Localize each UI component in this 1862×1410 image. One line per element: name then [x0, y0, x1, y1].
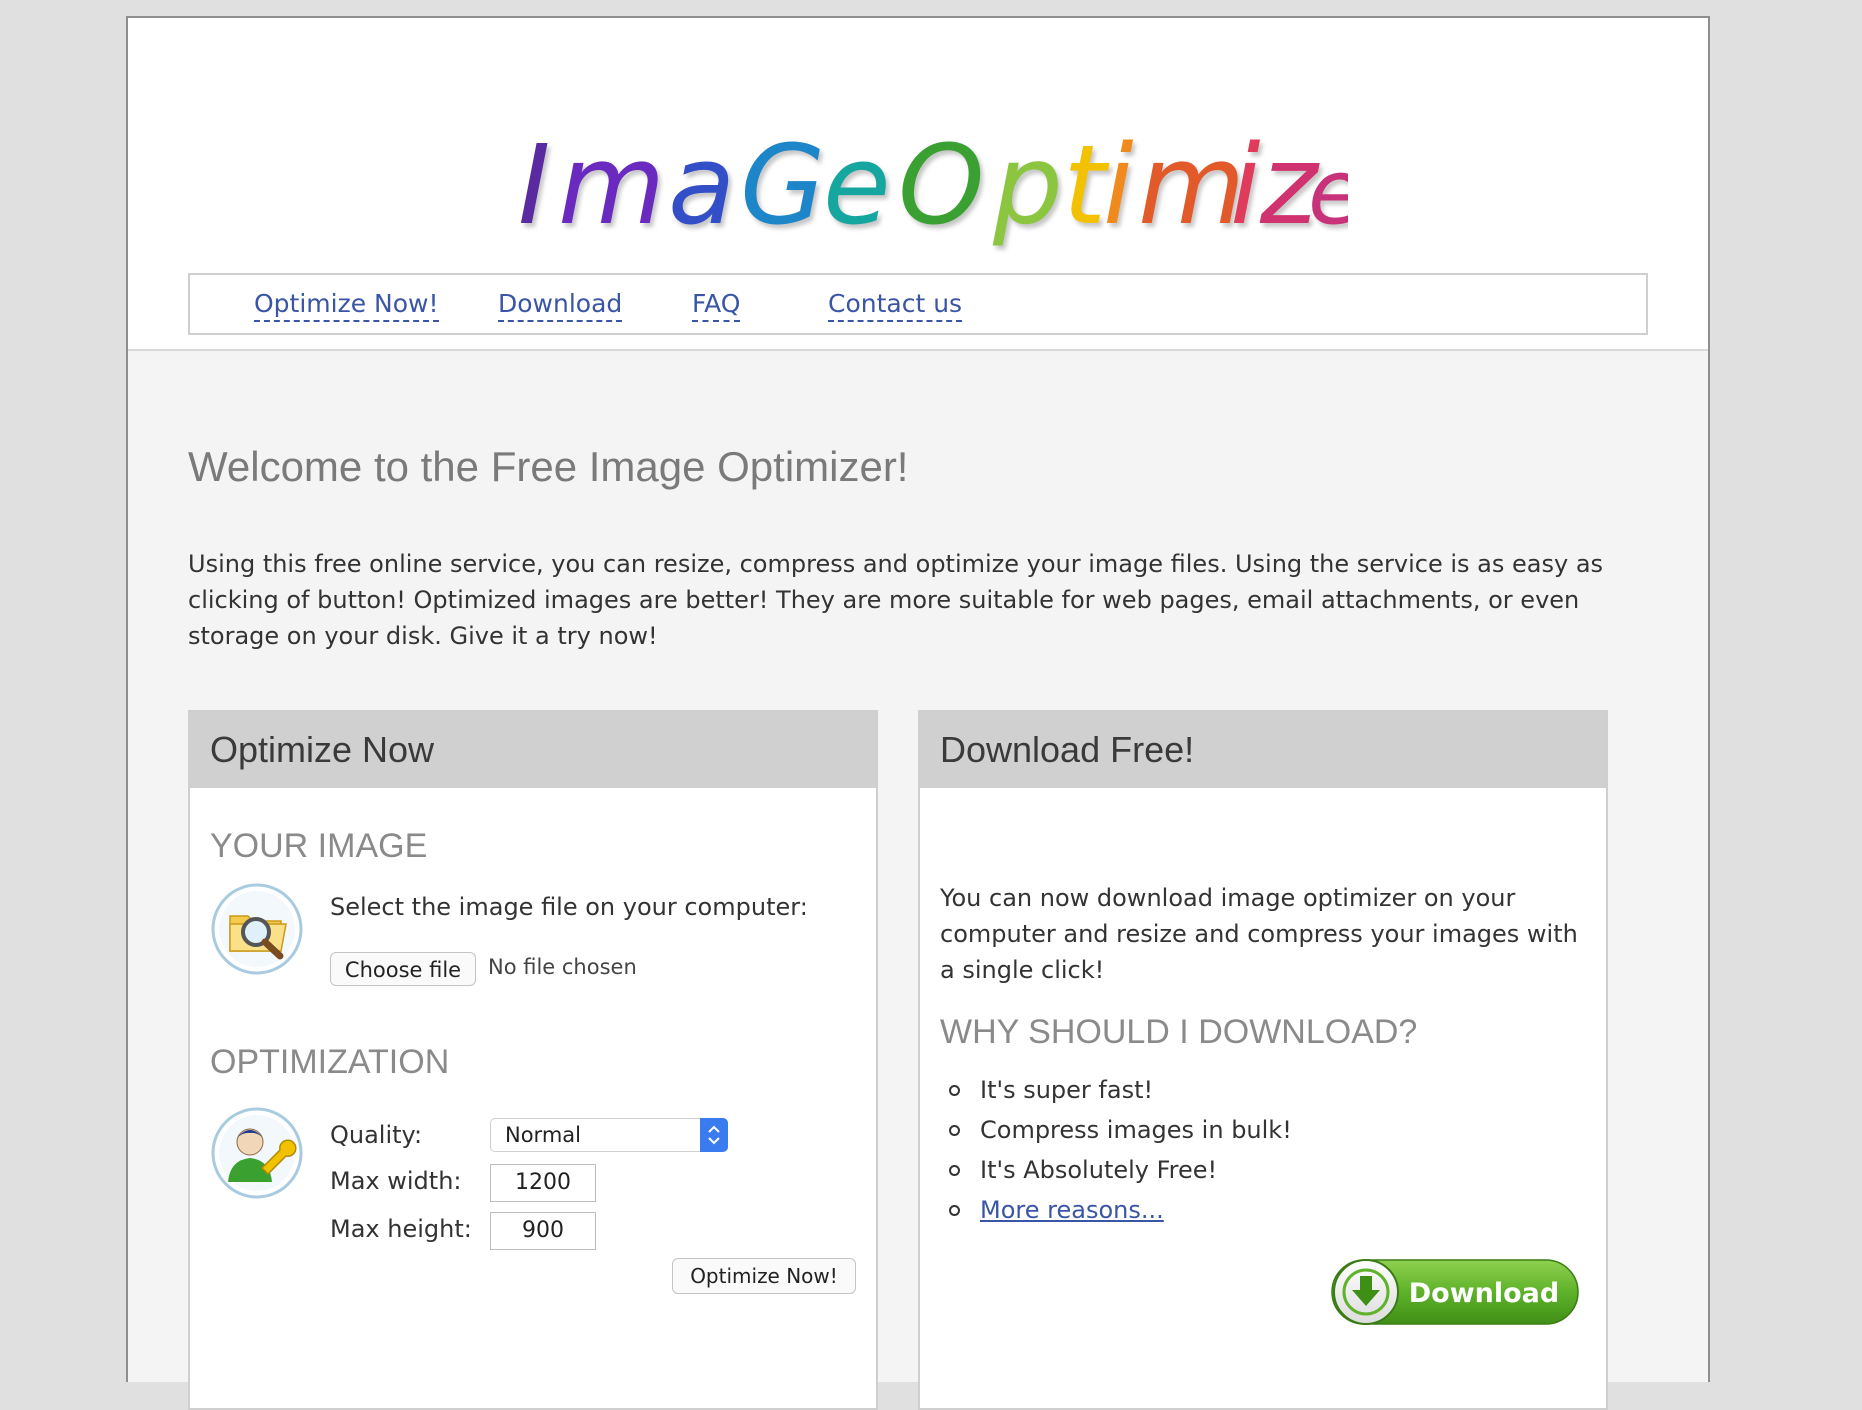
download-description: You can now download image optimizer on … — [940, 884, 1578, 984]
list-item: Compress images in bulk! — [940, 1110, 1292, 1150]
more-reasons-link[interactable]: More reasons... — [980, 1196, 1164, 1224]
svg-text:I: I — [518, 121, 550, 249]
quality-label: Quality: — [330, 1121, 423, 1149]
choose-file-button[interactable]: Choose file — [330, 952, 476, 986]
max-width-input[interactable]: 1200 — [490, 1164, 596, 1202]
page-title: Welcome to the Free Image Optimizer! — [188, 443, 909, 490]
svg-text:m: m — [558, 121, 665, 249]
max-height-label: Max height: — [330, 1215, 472, 1243]
download-panel: Download Free! You can now download imag… — [918, 710, 1608, 1410]
max-height-input[interactable]: 900 — [490, 1212, 596, 1250]
svg-text:i: i — [1230, 121, 1261, 249]
nav-faq[interactable]: FAQ — [692, 289, 741, 322]
main-nav: Optimize Now! Download FAQ Contact us — [188, 273, 1648, 335]
svg-text:O: O — [898, 121, 985, 249]
svg-text:er: er — [1308, 140, 1348, 245]
download-button[interactable]: Download — [1330, 1256, 1580, 1328]
quality-select[interactable]: Normal — [490, 1118, 728, 1152]
svg-text:e: e — [823, 121, 891, 249]
chevron-updown-icon — [700, 1118, 728, 1152]
download-panel-title: Download Free! — [920, 712, 1606, 788]
optimization-heading: OPTIMIZATION — [210, 1043, 450, 1081]
page-container: I m a G e O p t i m i z er Optimize Now!… — [126, 16, 1710, 1410]
svg-text:p: p — [992, 121, 1063, 249]
nav-optimize-now[interactable]: Optimize Now! — [254, 289, 439, 322]
why-download-heading: WHY SHOULD I DOWNLOAD? — [940, 1013, 1418, 1051]
max-width-label: Max width: — [330, 1167, 462, 1195]
optimize-now-button[interactable]: Optimize Now! — [672, 1258, 856, 1294]
reasons-list: It's super fast! Compress images in bulk… — [940, 1070, 1292, 1230]
folder-search-icon — [211, 883, 303, 975]
site-header: I m a G e O p t i m i z er Optimize Now!… — [128, 18, 1708, 351]
list-item: It's Absolutely Free! — [940, 1150, 1292, 1190]
nav-download[interactable]: Download — [498, 289, 623, 322]
your-image-heading: YOUR IMAGE — [210, 827, 428, 865]
list-item: It's super fast! — [940, 1070, 1292, 1110]
optimize-panel: Optimize Now YOUR IMAGE Select the image… — [188, 710, 878, 1410]
optimize-panel-title: Optimize Now — [190, 712, 876, 788]
select-file-prompt: Select the image file on your computer: — [330, 893, 808, 921]
image-optimizer-logo[interactable]: I m a G e O p t i m i z er — [518, 118, 1348, 258]
user-wrench-icon — [211, 1107, 303, 1199]
quality-value: Normal — [505, 1123, 581, 1147]
list-item: More reasons... — [940, 1190, 1292, 1230]
svg-text:i: i — [1103, 121, 1134, 249]
svg-text:G: G — [740, 121, 825, 249]
file-status: No file chosen — [488, 955, 637, 979]
nav-contact-us[interactable]: Contact us — [828, 289, 963, 322]
intro-text: Using this free online service, you can … — [188, 550, 1604, 650]
download-button-label: Download — [1409, 1278, 1559, 1309]
svg-text:a: a — [668, 121, 735, 249]
